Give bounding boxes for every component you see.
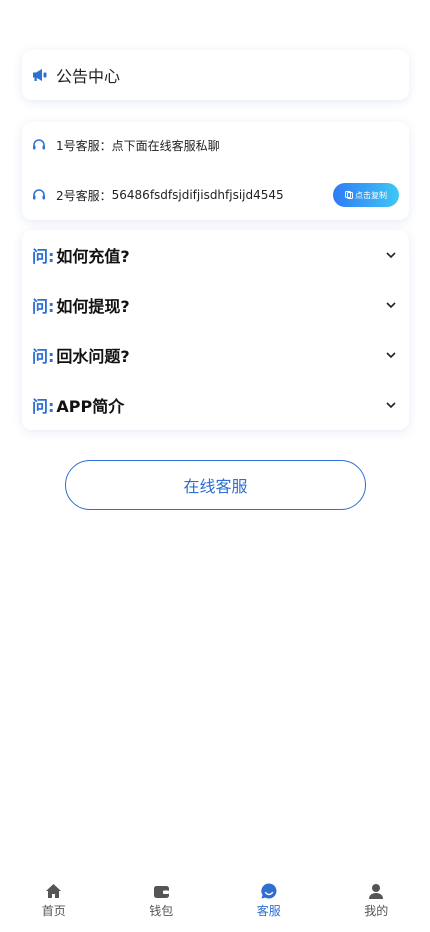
notice-center-title: 公告中心 xyxy=(56,67,121,86)
faq-card: 问: 如何充值? 问: 如何提现? 问: 回水问题? 问: APP简介 xyxy=(22,230,409,430)
faq-item-withdraw[interactable]: 问: 如何提现? xyxy=(32,292,399,318)
faq-prefix: 问: xyxy=(32,347,55,366)
service-row-2: 2号客服： 56486fsdfsjdifjisdhfjsijd4545 点击复制 xyxy=(32,183,399,207)
megaphone-icon xyxy=(32,67,48,83)
customer-service-card: 1号客服： 点下面在线客服私聊 2号客服： 56486fsdfsjdifjisd… xyxy=(22,122,409,220)
user-icon xyxy=(367,882,385,900)
tab-wallet[interactable]: 钱包 xyxy=(108,876,216,932)
wallet-icon xyxy=(152,882,170,900)
home-icon xyxy=(45,882,63,900)
faq-item-rebate[interactable]: 问: 回水问题? xyxy=(32,342,399,368)
faq-prefix: 问: xyxy=(32,247,55,266)
copy-icon xyxy=(345,191,353,199)
service-row-1: 1号客服： 点下面在线客服私聊 xyxy=(32,135,399,155)
tab-service[interactable]: 客服 xyxy=(215,876,323,932)
tab-mine[interactable]: 我的 xyxy=(323,876,430,932)
service-2-label: 2号客服： xyxy=(56,188,112,203)
service-2-id: 56486fsdfsjdifjisdhfjsijd4545 xyxy=(111,188,284,202)
faq-question: 回水问题? xyxy=(56,347,130,366)
faq-question: 如何提现? xyxy=(56,297,130,316)
copy-button-label: 点击复制 xyxy=(355,190,387,200)
faq-prefix: 问: xyxy=(32,297,55,316)
service-1-text: 点下面在线客服私聊 xyxy=(111,138,220,153)
tab-home[interactable]: 首页 xyxy=(0,876,108,932)
tab-wallet-label: 钱包 xyxy=(149,904,174,918)
faq-item-app-intro[interactable]: 问: APP简介 xyxy=(32,392,399,418)
service-1-label: 1号客服： xyxy=(56,138,112,153)
headset-icon xyxy=(32,188,46,202)
chevron-down-icon xyxy=(386,252,396,259)
faq-question: APP简介 xyxy=(56,397,125,416)
chevron-down-icon xyxy=(386,352,396,359)
chat-icon xyxy=(260,882,278,900)
faq-prefix: 问: xyxy=(32,397,55,416)
tab-home-label: 首页 xyxy=(41,904,66,918)
online-service-button[interactable]: 在线客服 xyxy=(65,460,366,510)
headset-icon xyxy=(32,138,46,152)
chevron-down-icon xyxy=(386,302,396,309)
bottom-tab-bar: 首页 钱包 客服 我的 xyxy=(0,876,430,932)
faq-question: 如何充值? xyxy=(56,247,130,266)
notice-center-card[interactable]: 公告中心 xyxy=(22,50,409,100)
chevron-down-icon xyxy=(386,402,396,409)
tab-service-label: 客服 xyxy=(256,904,281,918)
copy-button[interactable]: 点击复制 xyxy=(333,183,399,207)
customer-service-page: 公告中心 1号客服： 点下面在线客服私聊 2号客服： 56486fsdfsjdi… xyxy=(0,0,430,932)
faq-item-recharge[interactable]: 问: 如何充值? xyxy=(32,242,399,268)
tab-mine-label: 我的 xyxy=(364,904,389,918)
